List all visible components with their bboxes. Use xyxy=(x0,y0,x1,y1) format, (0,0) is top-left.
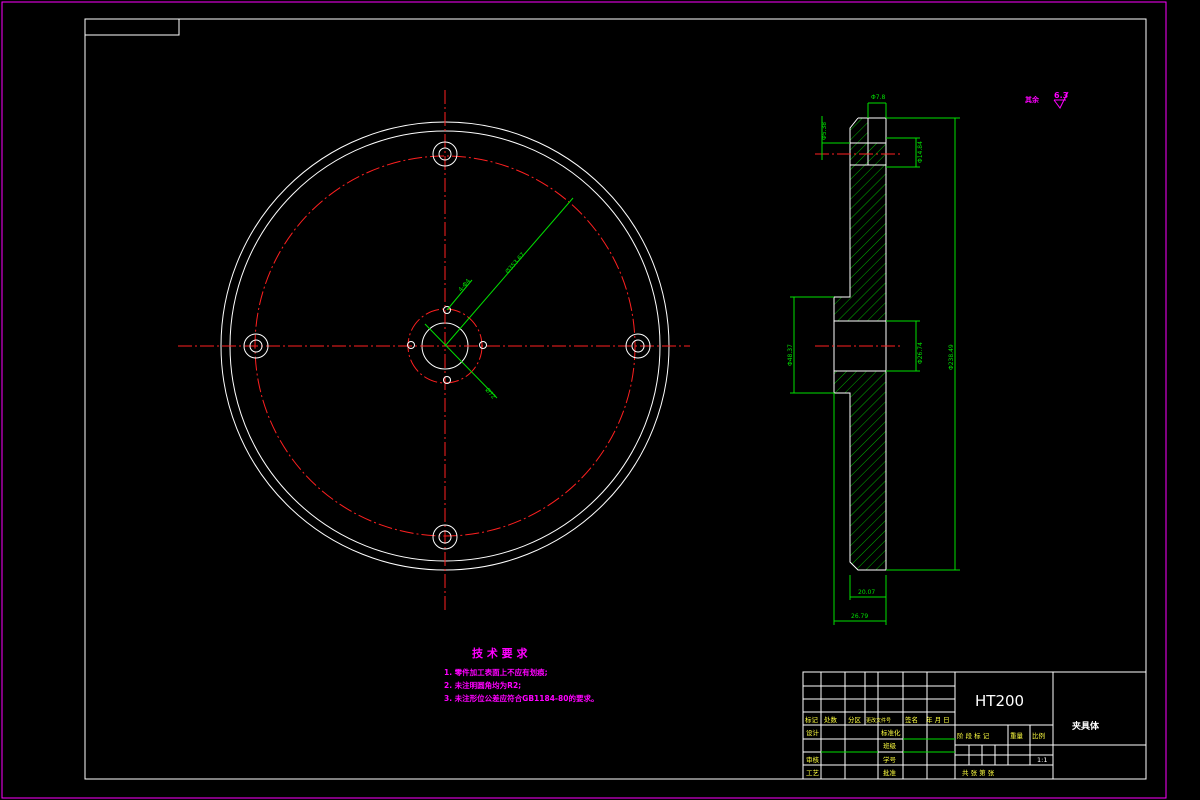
roughness-value: 6.3 xyxy=(1054,91,1068,100)
drawing-sheet: Ø353.67 4-Φ4 Ø72 Φ5.38 Φ7.8 Φ14.84 Φ48.3… xyxy=(1,1,1167,799)
label-class: 班级 xyxy=(883,741,897,750)
roughness-note: 其余 6.3 xyxy=(1025,91,1069,109)
technical-requirements: 技 术 要 求 1. 零件加工表面上不应有划痕; 2. 未注明圆角均为R2; 3… xyxy=(444,646,598,703)
front-view: Ø353.67 4-Φ4 Ø72 xyxy=(178,90,690,610)
center-bore-dim-line xyxy=(424,323,498,399)
cad-drawing-canvas[interactable]: Ø353.67 4-Φ4 Ø72 Φ5.38 Φ7.8 Φ14.84 Φ48.3… xyxy=(0,0,1200,800)
header-mark: 标记 xyxy=(805,715,819,724)
bolt-circle-dim-text: Ø353.67 xyxy=(504,251,526,275)
section-hatch-lower xyxy=(834,371,886,570)
tech-req-item-2: 2. 未注明圆角均为R2; xyxy=(444,680,521,690)
dim-text-flange-thickness: 20.07 xyxy=(858,589,875,596)
scale-value: 1:1 xyxy=(1037,756,1047,764)
code-box xyxy=(84,18,180,36)
header-weight: 重量 xyxy=(1010,732,1024,740)
dim-text-top-step: Φ7.8 xyxy=(871,94,885,101)
dim-text-hub-width-top: Φ14.84 xyxy=(917,141,924,163)
drawing-frame xyxy=(84,18,1147,780)
sheet-count-text: 共 张 第 张 xyxy=(962,768,995,777)
dim-text-overall-dia: Φ238.49 xyxy=(948,344,955,370)
row-review: 审核 xyxy=(806,755,820,764)
dim-text-hub-dia: Φ48.37 xyxy=(787,344,794,366)
center-bore-dim-text: Ø72 xyxy=(483,387,497,401)
material-text: HT200 xyxy=(975,692,1024,710)
header-change-doc: 更改文件号 xyxy=(866,717,891,724)
tech-req-item-1: 1. 零件加工表面上不应有划痕; xyxy=(444,667,548,677)
hole-pattern-dim-text: 4-Φ4 xyxy=(457,278,472,294)
part-name-text: 夹具体 xyxy=(1072,720,1100,732)
section-view: Φ5.38 Φ7.8 Φ14.84 Φ48.37 Φ26.74 Φ238.49 … xyxy=(787,94,960,625)
header-date: 年 月 日 xyxy=(926,715,950,724)
sheet-outer-border xyxy=(1,1,1167,799)
section-hatch-upper xyxy=(834,118,886,321)
header-scale: 比例 xyxy=(1032,731,1045,740)
tech-req-item-3: 3. 未注形位公差应符合GB1184-80的要求。 xyxy=(444,693,598,703)
label-approval: 批准 xyxy=(883,768,897,777)
header-count: 处数 xyxy=(824,715,838,724)
dim-text-total-thickness: 26.79 xyxy=(851,613,868,620)
tech-req-title: 技 术 要 求 xyxy=(472,646,528,660)
roughness-label: 其余 xyxy=(1025,95,1040,104)
header-zone: 分区 xyxy=(848,715,862,724)
row-design: 设计 xyxy=(806,728,820,737)
label-student-id: 学号 xyxy=(883,755,897,764)
small-hole-right xyxy=(479,341,487,349)
small-hole-left xyxy=(407,341,415,349)
dim-text-bore-dia: Φ26.74 xyxy=(917,342,924,364)
header-signature: 签名 xyxy=(905,715,918,724)
header-stage-mark: 阶 段 标 记 xyxy=(957,731,990,740)
dim-text-hub-bore-left: Φ5.38 xyxy=(821,122,828,140)
label-standardization: 标准化 xyxy=(881,728,901,737)
title-block: HT200 夹具体 标记 处数 分区 更改文件号 签名 年 月 日 设计 审核 … xyxy=(802,671,1147,780)
row-process: 工艺 xyxy=(806,769,820,777)
